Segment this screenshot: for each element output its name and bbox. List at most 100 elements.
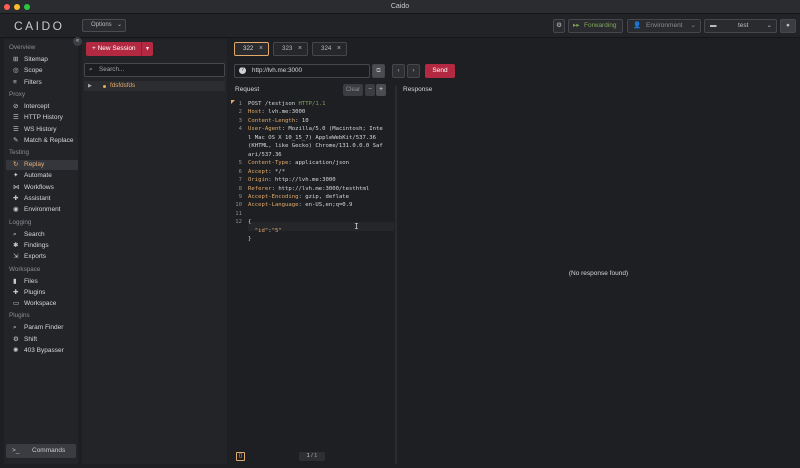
session-search-input[interactable]: ⌕ Search... — [84, 63, 225, 77]
history-back-button[interactable]: ‹ — [392, 64, 405, 78]
caret-down-icon: ▼ — [145, 46, 150, 52]
tab-324[interactable]: 324 × — [312, 42, 347, 56]
tab-label: 322 — [243, 45, 254, 52]
code-line: Accept-Encoding: gzip, deflate — [248, 194, 349, 200]
tab-323[interactable]: 323 × — [273, 42, 308, 56]
sidebar-item-scope[interactable]: ◎ Scope — [6, 66, 78, 76]
account-button[interactable]: ● — [780, 19, 796, 33]
new-session-button[interactable]: + New Session ▼ — [86, 42, 153, 56]
sidebar-item-label: Workflows — [24, 183, 54, 191]
request-editor[interactable]: I 1 POST /testjson HTTP/1.1 2 Host: lvh.me:… — [229, 100, 394, 458]
code-token: "5" — [271, 227, 282, 234]
close-icon[interactable]: × — [259, 43, 263, 55]
close-icon[interactable]: × — [337, 43, 341, 55]
exports-icon: ⇲ — [13, 253, 19, 261]
sidebar-item-label: Scope — [24, 67, 43, 75]
send-button[interactable]: Send — [425, 64, 455, 78]
sidebar-item-workflows[interactable]: ⋈ Workflows — [6, 183, 78, 193]
tab-322[interactable]: 322 × — [234, 42, 269, 56]
sidebar-item-http-history[interactable]: ☰ HTTP History — [6, 113, 78, 123]
settings-button[interactable]: ⚙ — [553, 19, 565, 33]
sidebar-item-findings[interactable]: ✱ Findings — [6, 241, 78, 251]
code-token: Accept-Language — [248, 202, 299, 209]
project-dropdown[interactable]: ▬ test ⌄ — [704, 19, 777, 33]
network-icon: ⧉ — [376, 68, 381, 74]
sidebar-item-workspace[interactable]: ▭ Workspace — [6, 299, 78, 309]
sidebar-item-search[interactable]: ⌕ Search — [6, 230, 78, 240]
code-line: { — [248, 219, 251, 225]
sidebar-item-ws-history[interactable]: ☰ WS History — [6, 125, 78, 135]
sidebar-item-files[interactable]: ▮ Files — [6, 277, 78, 287]
tab-label: 324 — [321, 45, 332, 52]
code-token: HTTP/1.1 — [298, 101, 326, 107]
code-line: Referer: http://lvh.me:3000/testhtml — [248, 186, 369, 192]
sidebar-item-sitemap[interactable]: ⊞ Sitemap — [6, 55, 78, 65]
replay-main: 322 × 323 × 324 × ? http://lvh.me:3000 ⧉ ‹ … — [229, 39, 800, 464]
search-placeholder: Search... — [99, 66, 125, 73]
url-input[interactable]: ? http://lvh.me:3000 — [234, 64, 370, 78]
commands-label: Commands — [32, 447, 66, 454]
decrease-button[interactable]: − — [365, 84, 375, 96]
clear-button[interactable]: Clear — [343, 84, 363, 96]
chevron-left-icon: ‹ — [397, 68, 400, 74]
connection-settings-button[interactable]: ⧉ — [372, 64, 385, 78]
maximize-window-button[interactable] — [24, 4, 30, 10]
code-token: User-Agent — [248, 126, 282, 133]
wrench-icon: ✎ — [13, 136, 19, 144]
workflow-icon: ⋈ — [13, 183, 20, 191]
sidebar-item-environment[interactable]: ◉ Environment — [6, 205, 78, 215]
collapse-sidebar-button[interactable]: « — [73, 37, 82, 46]
sidebar-item-replay[interactable]: ↻ Replay — [6, 160, 78, 171]
intercept-icon: ⊘ — [13, 102, 19, 110]
code-token: l Mac OS X 10_15_7) AppleWebKit/537.36 — [248, 134, 376, 141]
sidebar-item-label: Shift — [24, 335, 38, 343]
sidebar-item-filters[interactable]: ≡ Filters — [6, 78, 78, 88]
response-pane-title: Response — [403, 86, 433, 93]
logo-text: CAIDO — [14, 19, 65, 33]
commands-button[interactable]: >_ Commands — [6, 444, 76, 458]
line-number: 11 — [235, 210, 242, 217]
sidebar-item-assistant[interactable]: ✚ Assistant — [6, 194, 78, 204]
options-dropdown[interactable]: Options ⌄ — [82, 19, 126, 32]
sidebar-item-403-bypasser[interactable]: ✺ 403 Bypasser — [6, 346, 78, 356]
session-item[interactable]: ▶ fdsfdsfds — [84, 81, 225, 91]
user-icon: 👤 — [633, 22, 642, 29]
close-icon[interactable]: × — [298, 43, 302, 55]
expand-icon: ▶ — [88, 83, 92, 89]
new-session-menu-button[interactable]: ▼ — [141, 42, 153, 56]
terminal-icon: >_ — [12, 447, 20, 454]
sidebar-item-exports[interactable]: ⇲ Exports — [6, 252, 78, 262]
sidebar-section-logging: Logging — [9, 218, 32, 226]
environment-dropdown[interactable]: 👤 Environment ⌄ — [627, 19, 701, 33]
caido-logo: CAIDO — [14, 19, 65, 33]
line-number: 10 — [235, 202, 242, 209]
code-line: Accept-Language: en-US,en;q=0.9 — [248, 202, 352, 208]
increase-button[interactable]: + — [376, 84, 386, 96]
sidebar-item-shift[interactable]: ⚙ Shift — [6, 335, 78, 345]
response-pane: Response (No response found) — [397, 86, 800, 464]
sidebar-item-automate[interactable]: ✦ Automate — [6, 171, 78, 181]
sidebar-item-plugins[interactable]: ✚ Plugins — [6, 288, 78, 298]
forwarding-toggle[interactable]: ▸▸ Forwarding — [568, 19, 623, 33]
code-token: : gzip, deflate — [298, 193, 350, 200]
editor-mode-icon[interactable]: {} — [236, 452, 245, 461]
sidebar-item-label: Workspace — [24, 300, 57, 308]
line-number: 9 — [238, 193, 242, 200]
code-line: Content-Length: 10 — [248, 118, 309, 124]
sidebar-item-intercept[interactable]: ⊘ Intercept — [6, 102, 78, 112]
history-forward-button[interactable]: › — [407, 64, 420, 78]
close-window-button[interactable] — [4, 4, 10, 10]
code-token: "id" — [254, 227, 269, 234]
assistant-icon: ✚ — [13, 195, 19, 202]
code-line: Content-Type: application/json — [248, 160, 349, 166]
sidebar-section-workspace: Workspace — [9, 265, 41, 273]
shift-icon: ⚙ — [13, 335, 19, 343]
page-total: 1 — [314, 453, 318, 459]
forwarding-label: Forwarding — [584, 22, 617, 29]
sidebar-item-match-replace[interactable]: ✎ Match & Replace — [6, 136, 78, 146]
minimize-window-button[interactable] — [14, 4, 20, 10]
code-token: Content-Length — [248, 117, 296, 124]
page-indicator[interactable]: 1 / 1 — [299, 452, 325, 461]
sidebar-section-testing: Testing — [9, 149, 29, 157]
sidebar-item-param-finder[interactable]: ⌕ Param Finder — [6, 323, 78, 333]
